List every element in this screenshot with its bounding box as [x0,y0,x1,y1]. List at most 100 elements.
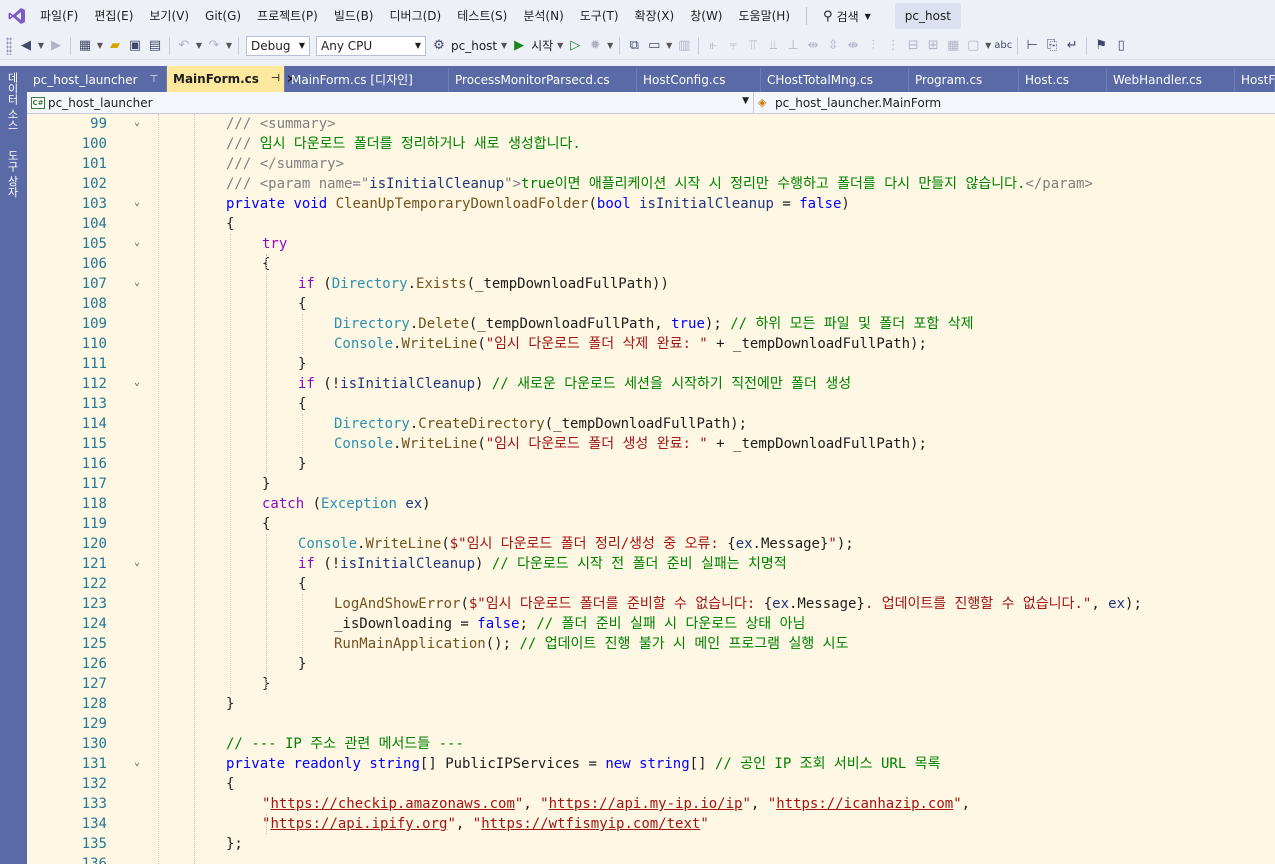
chevron-down-icon[interactable]: ▼ [664,41,674,50]
document-tab[interactable]: ProcessMonitorParsecd.cs [449,68,637,92]
fold-toggle-icon[interactable]: ⌄ [134,238,144,248]
chevron-down-icon[interactable]: ▼ [194,41,204,50]
open-folder-icon[interactable]: ▰ [105,35,125,57]
code-line[interactable]: 118 catch (Exception ex) [27,494,1275,514]
document-tab[interactable]: WebHandler.cs [1107,68,1235,92]
same-width-icon[interactable]: ⇹ [803,35,823,57]
code-editor[interactable]: 99 ⌄ /// <summary> 100 /// 임시 다운로드 폴더를 정리하거나… [27,114,1275,864]
visual-studio-logo-icon[interactable] [2,0,32,32]
spell-check-icon[interactable]: abc [993,35,1013,57]
menu-item[interactable]: 디버그(D) [382,0,450,32]
chevron-down-icon[interactable]: ▼ [224,41,234,50]
gear-icon[interactable]: ⚙ [429,35,449,57]
start-without-debugging-icon[interactable]: ▷ [565,35,585,57]
code-line[interactable]: 101 /// </summary> [27,154,1275,174]
redo-icon[interactable]: ↷ [204,35,224,57]
code-line[interactable]: 135}; [27,834,1275,854]
code-line[interactable]: 129 [27,714,1275,734]
menu-item[interactable]: 보기(V) [141,0,197,32]
document-tab[interactable]: CHostTotalMng.cs [761,68,909,92]
menu-item[interactable]: 창(W) [682,0,730,32]
pin-icon[interactable]: ⊣ [271,67,280,91]
code-line[interactable]: 131 ⌄ private readonly string[] PublicIPSe… [27,754,1275,774]
start-debugging-icon[interactable]: ▶ [509,35,529,57]
code-line[interactable]: 125 RunMainApplication(); // 업데이트 진행 불가 시… [27,634,1275,654]
code-line[interactable]: 107 ⌄ if (Directory.Exists(_tempDownloadFu… [27,274,1275,294]
save-all-icon[interactable]: ▤ [145,35,165,57]
project-dropdown[interactable]: C# pc_host_launcher ▼ [27,92,754,114]
code-line[interactable]: 111} [27,354,1275,374]
vertical-spacing-icon[interactable]: ⋮ [883,35,903,57]
url-link[interactable]: https://icanhazip.com [776,796,953,812]
chevron-down-icon[interactable]: ▼ [36,41,46,50]
navigate-forward-icon[interactable]: ▶ [46,35,66,57]
menu-item[interactable]: 테스트(S) [449,0,515,32]
navigate-back-icon[interactable]: ◀ [16,35,36,57]
code-line[interactable]: 134 "https://api.ipify.org", "https://wtf… [27,814,1275,834]
url-link[interactable]: https://wtfismyip.com/text [481,816,700,832]
fold-toggle-icon[interactable]: ⌄ [134,278,144,288]
align-middle-icon[interactable]: ⫫ [763,35,783,57]
code-line[interactable]: 115 Console.WriteLine("임시 다운로드 폴더 생성 완료: … [27,434,1275,454]
code-line[interactable]: 126} [27,654,1275,674]
chevron-down-icon[interactable]: ▼ [95,41,105,50]
code-line[interactable]: 136 [27,854,1275,864]
menu-item[interactable]: 도움말(H) [731,0,799,32]
menu-item[interactable]: Git(G) [197,0,249,32]
code-line[interactable]: 130 // --- IP 주소 관련 메서드들 --- [27,734,1275,754]
browser-link-icon[interactable]: ⧉ [624,35,644,57]
bookmark-toggle-icon[interactable]: ▥ [674,35,694,57]
code-line[interactable]: 120 Console.WriteLine($"임시 다운로드 폴더 정리/생성 … [27,534,1275,554]
code-line[interactable]: 127} [27,674,1275,694]
same-size-icon[interactable]: ⇼ [843,35,863,57]
align-center-icon[interactable]: ⫧ [723,35,743,57]
document-tab[interactable]: HostF [1235,68,1275,92]
code-line[interactable]: 123 LogAndShowError($"임시 다운로드 폴더를 준비할 수 없… [27,594,1275,614]
chevron-down-icon[interactable]: ▼ [605,41,615,50]
document-tab[interactable]: pc_host_launcher ⊤ [27,68,167,92]
menu-item[interactable]: 분석(N) [515,0,571,32]
same-height-icon[interactable]: ⇳ [823,35,843,57]
fold-toggle-icon[interactable]: ⌄ [134,558,144,568]
code-line[interactable]: 117} [27,474,1275,494]
code-line[interactable]: 114 Directory.CreateDirectory(_tempDownlo… [27,414,1275,434]
document-tab[interactable]: MainForm.cs [디자인] [285,68,449,92]
fold-toggle-icon[interactable]: ⌄ [134,758,144,768]
menu-item[interactable]: 파일(F) [32,0,86,32]
solution-platform-select[interactable]: Any CPU ▼ [316,35,426,56]
code-line[interactable]: 99 ⌄ /// <summary> [27,114,1275,134]
menu-item[interactable]: 편집(E) [86,0,141,32]
code-line[interactable]: 102 /// <param name="isInitialCleanup">tr… [27,174,1275,194]
code-line[interactable]: 128} [27,694,1275,714]
chevron-down-icon[interactable]: ▼ [555,41,565,50]
menu-item[interactable]: 확장(X) [627,0,683,32]
bookmark-icon[interactable]: ⚑ [1091,35,1111,57]
solution-explorer-icon[interactable]: ⊢ [1022,35,1042,57]
code-line[interactable]: 104 { [27,214,1275,234]
align-top-icon[interactable]: ⫪ [743,35,763,57]
code-line[interactable]: 100 /// 임시 다운로드 폴더를 정리하거나 새로 생성합니다. [27,134,1275,154]
code-line[interactable]: 121 ⌄ if (!isInitialCleanup) // 다운로드 시작 전 … [27,554,1275,574]
overflow-icon[interactable]: ▯ [1111,35,1131,57]
url-link[interactable]: https://api.ipify.org [270,816,447,832]
toolbox-tab[interactable]: 도구 상자 [4,150,20,198]
code-line[interactable]: 103 ⌄ private void CleanUpTemporaryDownloa… [27,194,1275,214]
document-tab[interactable]: Program.cs [909,68,1019,92]
type-dropdown[interactable]: ◈ pc_host_launcher.MainForm [754,92,1274,114]
menu-item[interactable]: 프로젝트(P) [249,0,326,32]
document-tab[interactable]: Host.cs [1019,68,1107,92]
live-share-icon[interactable]: ▭ [644,35,664,57]
document-tab[interactable]: HostConfig.cs [637,68,761,92]
solution-name-badge[interactable]: pc_host [894,3,961,29]
code-line[interactable]: 108 { [27,294,1275,314]
startup-project-select[interactable]: pc_host [449,39,499,53]
document-tab[interactable]: MainForm.cs ⊣ ✕ [167,66,296,92]
code-line[interactable]: 110 Console.WriteLine("임시 다운로드 폴더 삭제 완료: … [27,334,1275,354]
code-line[interactable]: 133 "https://checkip.amazonaws.com", "htt… [27,794,1275,814]
code-line[interactable]: 109 Directory.Delete(_tempDownloadFullPat… [27,314,1275,334]
copy-icon[interactable]: ⎘ [1042,35,1062,57]
new-project-icon[interactable]: ▦ [75,35,95,57]
start-button[interactable]: 시작 [529,37,555,54]
url-link[interactable]: https://checkip.amazonaws.com [270,796,514,812]
word-wrap-icon[interactable]: ↵ [1062,35,1082,57]
